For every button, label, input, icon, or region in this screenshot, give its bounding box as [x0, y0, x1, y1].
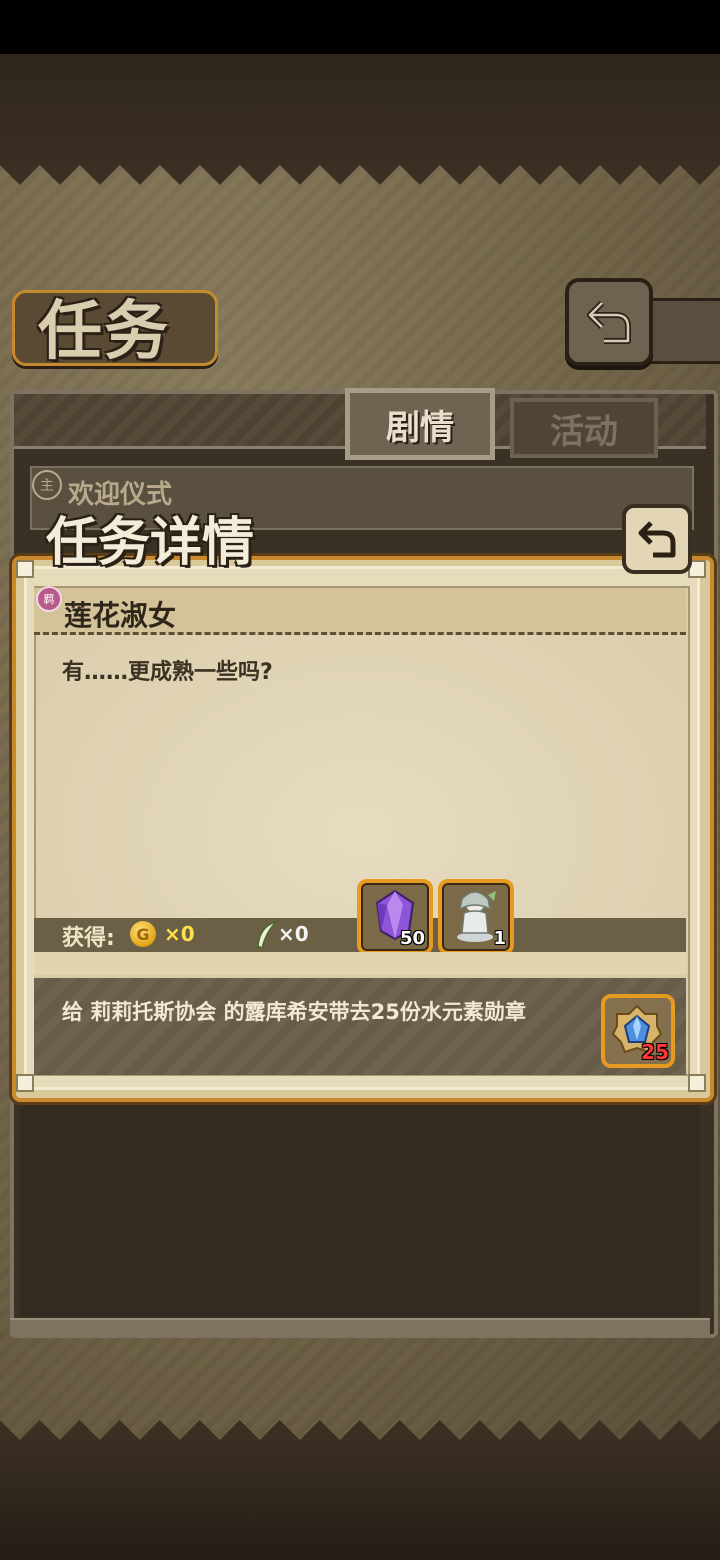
corner-rivet — [688, 1074, 706, 1092]
corner-rivet — [16, 560, 34, 578]
feather-reward-value: ×0 — [278, 922, 309, 946]
main-quest-badge-icon: 主 — [32, 470, 62, 500]
page-title: 任务 — [38, 295, 170, 369]
torn-edge-bottom — [0, 1400, 720, 1440]
dialog-title: 任务详情 — [46, 513, 255, 573]
task-item-count: 25 — [641, 1040, 669, 1064]
lower-panel — [20, 1100, 700, 1316]
tab-story[interactable]: 剧情 — [345, 388, 495, 460]
tab-event[interactable]: 活动 — [510, 398, 658, 458]
character-figure-icon — [457, 891, 496, 942]
reward-label: 获得: — [62, 926, 115, 951]
quest-description: 有……更成熟一些吗? — [62, 660, 273, 685]
bond-quest-badge-icon: 羁 — [36, 586, 62, 612]
item-count: 1 — [493, 928, 506, 949]
coin-reward-value: ×0 — [164, 922, 195, 946]
task-required-item[interactable]: 25 — [601, 994, 675, 1068]
reward-item-figure[interactable]: 1 — [438, 879, 514, 955]
lower-rail — [10, 1318, 710, 1336]
dialog-back-button[interactable] — [622, 504, 692, 574]
status-bar — [0, 0, 720, 54]
item-count: 50 — [399, 928, 425, 949]
back-button[interactable] — [565, 278, 653, 366]
bottom-background — [0, 1440, 720, 1560]
top-background — [0, 54, 720, 169]
corner-rivet — [16, 1074, 34, 1092]
torn-paper-strip — [34, 952, 686, 976]
quest-name: 莲花淑女 — [64, 599, 177, 632]
torn-edge-top — [0, 165, 720, 205]
return-arrow-icon — [587, 300, 631, 344]
feather-icon — [255, 920, 279, 950]
task-description: 给 莉莉托斯协会 的露库希安带去25份水元素勋章 — [62, 1000, 526, 1024]
gold-coin-icon: G — [130, 921, 156, 947]
reward-item-crystal[interactable]: 50 — [357, 879, 433, 955]
return-arrow-icon — [638, 521, 676, 558]
